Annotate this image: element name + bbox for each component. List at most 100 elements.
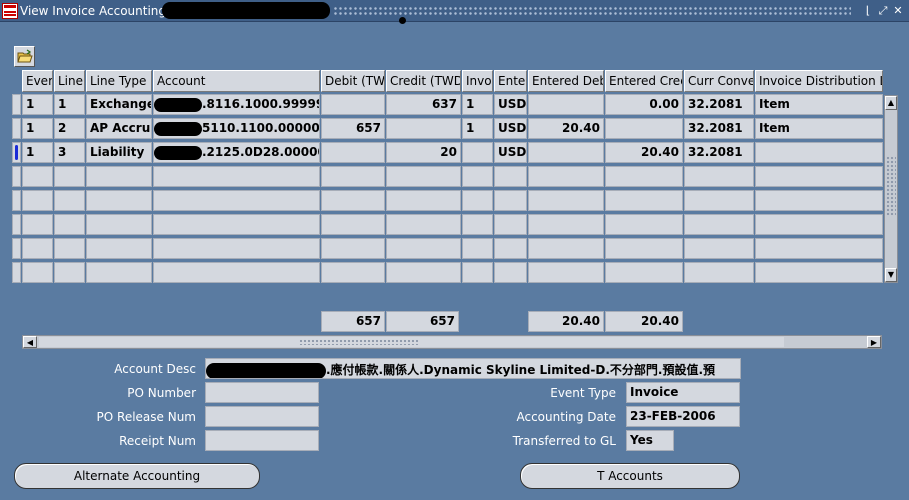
table-cell[interactable] bbox=[755, 142, 883, 163]
folder-button[interactable] bbox=[14, 46, 35, 67]
table-cell[interactable] bbox=[605, 190, 683, 211]
table-cell[interactable] bbox=[605, 262, 683, 283]
table-cell[interactable] bbox=[528, 94, 604, 115]
table-cell[interactable] bbox=[755, 238, 883, 259]
table-cell[interactable] bbox=[54, 166, 85, 187]
table-cell[interactable] bbox=[494, 190, 527, 211]
table-cell[interactable] bbox=[528, 238, 604, 259]
table-cell[interactable]: Liability bbox=[86, 142, 152, 163]
table-cell[interactable] bbox=[22, 262, 53, 283]
column-header[interactable]: Ente bbox=[494, 70, 527, 92]
scroll-up-icon[interactable]: ▲ bbox=[885, 96, 897, 110]
table-cell[interactable] bbox=[386, 166, 461, 187]
scroll-down-icon[interactable]: ▼ bbox=[885, 268, 897, 282]
table-cell[interactable]: 1 bbox=[22, 118, 53, 139]
table-cell[interactable]: 1 bbox=[54, 94, 85, 115]
column-header[interactable]: Credit (TWD bbox=[386, 70, 461, 92]
table-cell[interactable] bbox=[462, 190, 493, 211]
table-cell[interactable] bbox=[386, 214, 461, 235]
close-icon[interactable]: ✕ bbox=[892, 5, 904, 17]
table-cell[interactable] bbox=[755, 214, 883, 235]
table-cell[interactable] bbox=[22, 238, 53, 259]
table-cell[interactable] bbox=[605, 238, 683, 259]
table-cell[interactable] bbox=[462, 238, 493, 259]
table-cell[interactable]: Item bbox=[755, 94, 883, 115]
column-header[interactable]: Invoi bbox=[462, 70, 493, 92]
table-cell[interactable]: 20.40 bbox=[605, 142, 683, 163]
account-desc-field[interactable]: .應付帳款.關係人.Dynamic Skyline Limited-D.不分部門… bbox=[205, 358, 741, 379]
table-cell[interactable] bbox=[528, 166, 604, 187]
table-cell[interactable] bbox=[605, 214, 683, 235]
account-cell[interactable]: 5110.1100.000000.0 bbox=[153, 118, 320, 139]
table-cell[interactable] bbox=[321, 214, 385, 235]
table-cell[interactable] bbox=[321, 190, 385, 211]
column-header[interactable]: Entered Cred bbox=[605, 70, 683, 92]
table-cell[interactable]: Exchange bbox=[86, 94, 152, 115]
table-cell[interactable] bbox=[755, 190, 883, 211]
table-cell[interactable] bbox=[153, 214, 320, 235]
vertical-scrollbar[interactable]: ▲ ▼ bbox=[884, 95, 898, 283]
table-cell[interactable]: 1 bbox=[22, 142, 53, 163]
column-header[interactable]: Line Type bbox=[86, 70, 152, 92]
table-cell[interactable]: 32.2081 bbox=[684, 118, 754, 139]
table-cell[interactable] bbox=[321, 262, 385, 283]
table-cell[interactable]: 2 bbox=[54, 118, 85, 139]
table-cell[interactable] bbox=[462, 166, 493, 187]
account-cell[interactable]: .8116.1000.999999.0 bbox=[153, 94, 320, 115]
t-accounts-button[interactable]: T Accounts bbox=[520, 463, 740, 489]
table-cell[interactable] bbox=[528, 142, 604, 163]
table-cell[interactable] bbox=[494, 166, 527, 187]
column-header[interactable]: Line bbox=[54, 70, 85, 92]
table-cell[interactable]: 657 bbox=[321, 118, 385, 139]
table-cell[interactable] bbox=[605, 118, 683, 139]
accounting-date-field[interactable]: 23-FEB-2006 bbox=[626, 406, 740, 427]
table-cell[interactable] bbox=[321, 238, 385, 259]
table-cell[interactable]: USD bbox=[494, 142, 527, 163]
table-cell[interactable] bbox=[462, 214, 493, 235]
table-cell[interactable]: 1 bbox=[462, 118, 493, 139]
table-cell[interactable] bbox=[86, 166, 152, 187]
table-cell[interactable] bbox=[386, 262, 461, 283]
scroll-thumb[interactable] bbox=[886, 156, 896, 216]
table-cell[interactable]: USD bbox=[494, 118, 527, 139]
minimize-icon[interactable]: ⌊ bbox=[862, 5, 874, 17]
row-selector[interactable] bbox=[12, 166, 21, 187]
table-cell[interactable]: USD bbox=[494, 94, 527, 115]
table-cell[interactable] bbox=[462, 262, 493, 283]
table-cell[interactable] bbox=[153, 166, 320, 187]
window-titlebar[interactable]: View Invoice Accounting ( ⌊ ⤢ ✕ bbox=[0, 0, 909, 24]
table-cell[interactable] bbox=[684, 166, 754, 187]
table-cell[interactable] bbox=[321, 94, 385, 115]
table-cell[interactable] bbox=[153, 190, 320, 211]
table-cell[interactable]: 637 bbox=[386, 94, 461, 115]
table-cell[interactable] bbox=[54, 214, 85, 235]
table-cell[interactable]: Item bbox=[755, 118, 883, 139]
table-cell[interactable] bbox=[321, 142, 385, 163]
table-cell[interactable] bbox=[494, 238, 527, 259]
table-cell[interactable] bbox=[386, 238, 461, 259]
row-selector[interactable] bbox=[12, 262, 21, 283]
row-selector[interactable] bbox=[12, 94, 21, 115]
table-cell[interactable] bbox=[494, 262, 527, 283]
table-cell[interactable] bbox=[528, 190, 604, 211]
column-header[interactable]: Account bbox=[153, 70, 320, 92]
column-header[interactable]: Debit (TW bbox=[321, 70, 385, 92]
table-cell[interactable] bbox=[153, 238, 320, 259]
restore-icon[interactable]: ⤢ bbox=[877, 5, 889, 17]
table-cell[interactable] bbox=[22, 166, 53, 187]
table-cell[interactable] bbox=[22, 190, 53, 211]
table-cell[interactable] bbox=[153, 262, 320, 283]
table-cell[interactable] bbox=[684, 190, 754, 211]
table-cell[interactable]: 20 bbox=[386, 142, 461, 163]
row-selector[interactable] bbox=[12, 238, 21, 259]
table-cell[interactable] bbox=[494, 214, 527, 235]
alternate-accounting-button[interactable]: Alternate Accounting bbox=[14, 463, 260, 489]
event-type-field[interactable]: Invoice bbox=[626, 382, 740, 403]
table-cell[interactable] bbox=[684, 214, 754, 235]
table-cell[interactable]: 1 bbox=[22, 94, 53, 115]
po-release-field[interactable] bbox=[205, 406, 319, 427]
table-cell[interactable]: 0.00 bbox=[605, 94, 683, 115]
table-cell[interactable]: 1 bbox=[462, 94, 493, 115]
horizontal-scrollbar[interactable]: ◀ ▶ bbox=[22, 335, 882, 349]
account-cell[interactable]: .2125.0D28.000000. bbox=[153, 142, 320, 163]
